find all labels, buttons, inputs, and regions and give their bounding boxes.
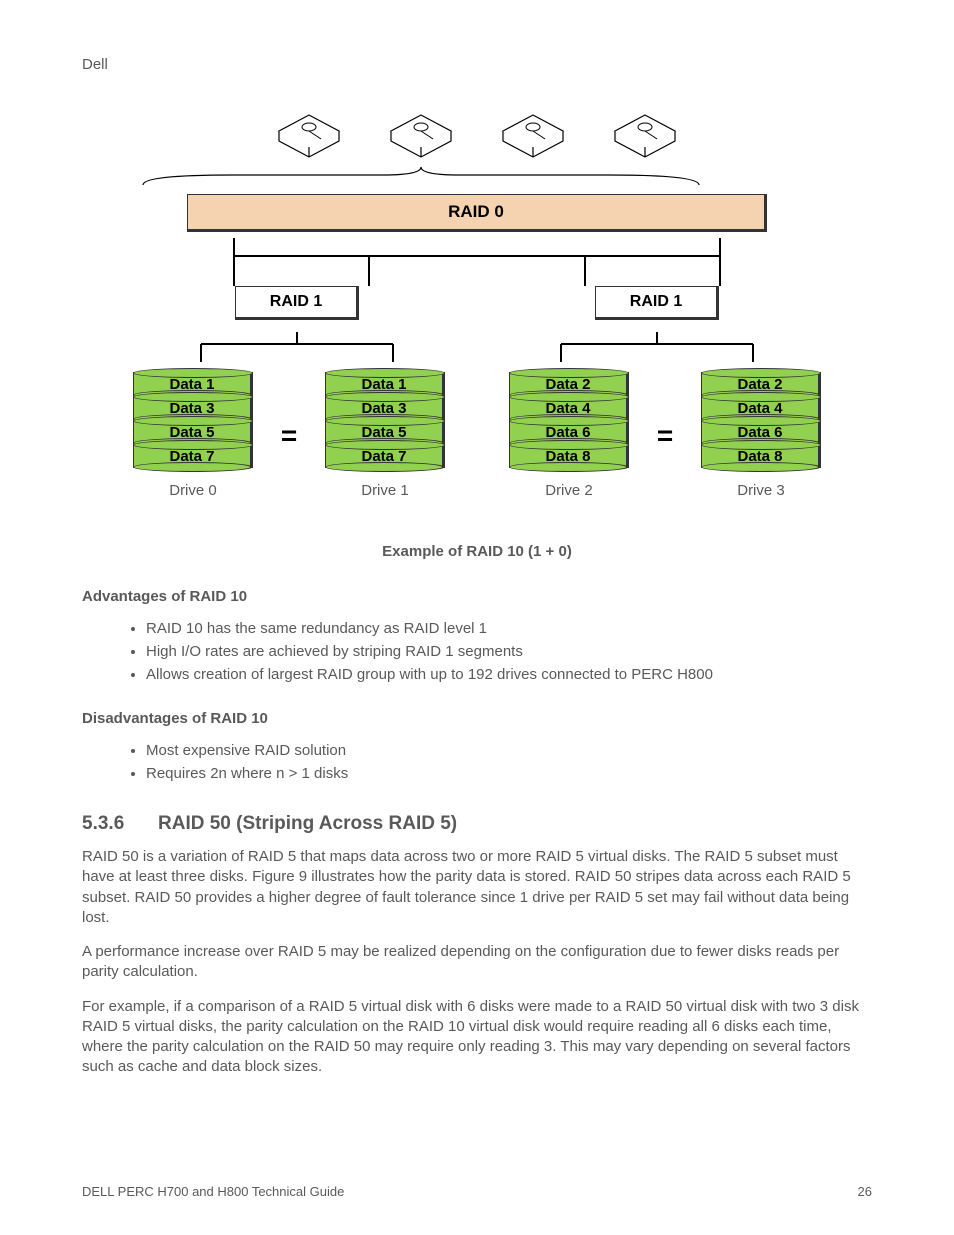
list-item: High I/O rates are achieved by striping … <box>146 640 872 663</box>
split-lines <box>171 332 423 362</box>
page-header: Dell <box>82 56 872 73</box>
list-item: Allows creation of largest RAID group wi… <box>146 663 872 686</box>
footer-title: DELL PERC H700 and H800 Technical Guide <box>82 1184 344 1199</box>
equals-sign: = <box>653 420 677 452</box>
raid1-label: RAID 1 <box>595 286 719 320</box>
page-number: 26 <box>858 1184 872 1199</box>
figure-caption: Example of RAID 10 (1 + 0) <box>82 543 872 560</box>
split-lines <box>531 332 783 362</box>
hdd-icon <box>385 105 457 159</box>
disadvantages-list: Most expensive RAID solution Requires 2n… <box>82 739 872 785</box>
raid0-label: RAID 0 <box>187 194 767 232</box>
drive-stack: Data 1 Data 3 Data 5 Data 7 Drive 1 <box>325 372 445 499</box>
brace-icon <box>133 167 709 189</box>
list-item: RAID 10 has the same redundancy as RAID … <box>146 617 872 640</box>
list-item: Most expensive RAID solution <box>146 739 872 762</box>
raid1-label: RAID 1 <box>235 286 359 320</box>
drive-stack: Data 1 Data 3 Data 5 Data 7 Drive 0 <box>133 372 253 499</box>
section-heading: 5.3.6RAID 50 (Striping Across RAID 5) <box>82 813 872 835</box>
hdd-icon <box>497 105 569 159</box>
list-item: Requires 2n where n > 1 disks <box>146 762 872 785</box>
body-paragraph: For example, if a comparison of a RAID 5… <box>82 997 872 1078</box>
drive-stack: Data 2 Data 4 Data 6 Data 8 Drive 2 <box>509 372 629 499</box>
drive-stack: Data 2 Data 4 Data 6 Data 8 Drive 3 <box>701 372 821 499</box>
body-paragraph: A performance increase over RAID 5 may b… <box>82 942 872 983</box>
hdd-icon <box>273 105 345 159</box>
advantages-heading: Advantages of RAID 10 <box>82 588 872 605</box>
disadvantages-heading: Disadvantages of RAID 10 <box>82 710 872 727</box>
connector-lines <box>189 238 765 286</box>
body-paragraph: RAID 50 is a variation of RAID 5 that ma… <box>82 847 872 928</box>
advantages-list: RAID 10 has the same redundancy as RAID … <box>82 617 872 686</box>
equals-sign: = <box>277 420 301 452</box>
hdd-icon <box>609 105 681 159</box>
raid10-diagram: RAID 0 RAID 1 RAID 1 Data 1 Data 3 Data … <box>133 105 821 499</box>
